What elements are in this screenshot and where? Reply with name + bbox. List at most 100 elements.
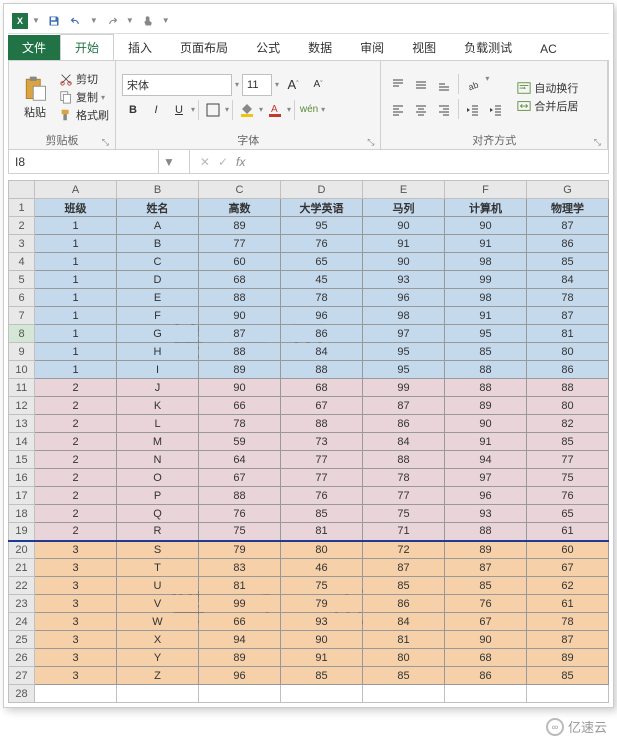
cell[interactable]: S xyxy=(117,541,199,559)
cell[interactable]: 2 xyxy=(35,523,117,541)
cell[interactable]: 86 xyxy=(363,415,445,433)
col-header[interactable]: F xyxy=(445,181,527,199)
cell[interactable]: 81 xyxy=(199,577,281,595)
cell[interactable]: 89 xyxy=(445,541,527,559)
cell[interactable]: 98 xyxy=(445,253,527,271)
cell[interactable]: 91 xyxy=(363,235,445,253)
align-right-icon[interactable] xyxy=(433,99,455,121)
row-header[interactable]: 17 xyxy=(9,487,35,505)
row-header[interactable]: 12 xyxy=(9,397,35,415)
cell[interactable]: 84 xyxy=(527,271,609,289)
tab-data[interactable]: 数据 xyxy=(294,35,346,60)
fill-color-button[interactable] xyxy=(236,99,258,121)
cell[interactable]: 73 xyxy=(281,433,363,451)
cell[interactable]: Z xyxy=(117,667,199,685)
row-header[interactable]: 14 xyxy=(9,433,35,451)
cell[interactable]: 98 xyxy=(445,289,527,307)
cell[interactable]: 89 xyxy=(445,397,527,415)
cell[interactable]: 89 xyxy=(199,649,281,667)
merge-center-button[interactable]: 合并后居 xyxy=(517,98,578,114)
cell[interactable]: K xyxy=(117,397,199,415)
tab-ac[interactable]: AC xyxy=(526,38,571,60)
header-cell[interactable]: 高数 xyxy=(199,199,281,217)
cell[interactable]: 68 xyxy=(199,271,281,289)
cell[interactable]: 88 xyxy=(199,343,281,361)
cell[interactable]: 87 xyxy=(445,559,527,577)
row-header[interactable]: 28 xyxy=(9,685,35,703)
row-header[interactable]: 8 xyxy=(9,325,35,343)
cell[interactable]: 96 xyxy=(199,667,281,685)
cell[interactable]: 1 xyxy=(35,343,117,361)
row-header[interactable]: 11 xyxy=(9,379,35,397)
cell[interactable]: 3 xyxy=(35,649,117,667)
cell[interactable]: 72 xyxy=(363,541,445,559)
col-header[interactable]: C xyxy=(199,181,281,199)
cell[interactable]: 76 xyxy=(527,487,609,505)
cell[interactable]: 99 xyxy=(363,379,445,397)
cell[interactable]: 88 xyxy=(445,361,527,379)
cell[interactable]: J xyxy=(117,379,199,397)
row-header[interactable]: 26 xyxy=(9,649,35,667)
cell[interactable]: A xyxy=(117,217,199,235)
cell[interactable]: 96 xyxy=(445,487,527,505)
header-cell[interactable]: 物理学 xyxy=(527,199,609,217)
cell[interactable]: 87 xyxy=(527,631,609,649)
cell[interactable]: 2 xyxy=(35,487,117,505)
cell[interactable]: 91 xyxy=(445,433,527,451)
cell[interactable] xyxy=(527,685,609,703)
tab-review[interactable]: 审阅 xyxy=(346,35,398,60)
cell[interactable]: 2 xyxy=(35,379,117,397)
name-box[interactable]: I8 xyxy=(9,150,159,173)
cell[interactable]: 91 xyxy=(445,235,527,253)
row-header[interactable]: 5 xyxy=(9,271,35,289)
cell[interactable]: 85 xyxy=(445,343,527,361)
cell[interactable]: 78 xyxy=(199,415,281,433)
cell[interactable]: 1 xyxy=(35,307,117,325)
paste-button[interactable]: 粘贴 xyxy=(15,74,55,120)
app-menu-dropdown[interactable]: ▼ xyxy=(30,16,42,25)
tab-view[interactable]: 视图 xyxy=(398,35,450,60)
cell[interactable]: 90 xyxy=(445,415,527,433)
cancel-icon[interactable]: ✕ xyxy=(200,155,210,169)
cell[interactable]: 84 xyxy=(363,613,445,631)
cell[interactable]: 1 xyxy=(35,271,117,289)
cell[interactable]: 68 xyxy=(445,649,527,667)
cell[interactable]: 95 xyxy=(363,343,445,361)
cell[interactable]: 88 xyxy=(281,361,363,379)
cell[interactable]: 86 xyxy=(363,595,445,613)
cell[interactable]: 80 xyxy=(527,343,609,361)
cell[interactable]: 77 xyxy=(199,235,281,253)
cell[interactable]: 1 xyxy=(35,361,117,379)
cell[interactable]: 84 xyxy=(281,343,363,361)
cell[interactable]: 3 xyxy=(35,631,117,649)
row-header[interactable]: 19 xyxy=(9,523,35,541)
col-header[interactable]: G xyxy=(527,181,609,199)
cell[interactable]: 79 xyxy=(199,541,281,559)
undo-icon[interactable] xyxy=(66,11,86,31)
cut-button[interactable]: 剪切 xyxy=(59,71,109,87)
cell[interactable]: 66 xyxy=(199,397,281,415)
clipboard-launcher[interactable]: ⤡ xyxy=(102,137,109,148)
cell[interactable]: 99 xyxy=(445,271,527,289)
cell[interactable]: 3 xyxy=(35,577,117,595)
cell[interactable]: 90 xyxy=(281,631,363,649)
cell[interactable]: 88 xyxy=(445,379,527,397)
cell[interactable]: 3 xyxy=(35,613,117,631)
cell[interactable]: N xyxy=(117,451,199,469)
cell[interactable]: 81 xyxy=(281,523,363,541)
cell[interactable]: 65 xyxy=(281,253,363,271)
row-header[interactable]: 3 xyxy=(9,235,35,253)
cell[interactable]: 67 xyxy=(527,559,609,577)
align-left-icon[interactable] xyxy=(387,99,409,121)
cell[interactable]: Y xyxy=(117,649,199,667)
cell[interactable]: 87 xyxy=(527,307,609,325)
phonetic-button[interactable]: wén xyxy=(298,99,320,121)
cell[interactable]: 62 xyxy=(527,577,609,595)
cell[interactable]: 75 xyxy=(363,505,445,523)
cell[interactable]: 82 xyxy=(527,415,609,433)
qat-customize-dropdown[interactable]: ▼ xyxy=(160,16,172,25)
wrap-text-button[interactable]: 自动换行 xyxy=(517,80,578,96)
cell[interactable]: 2 xyxy=(35,433,117,451)
cell[interactable]: 1 xyxy=(35,253,117,271)
cell[interactable]: Q xyxy=(117,505,199,523)
